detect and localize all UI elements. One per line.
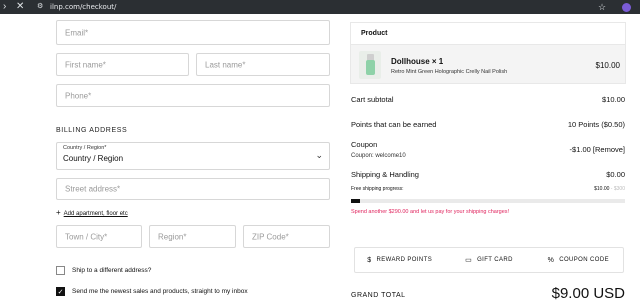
- email-placeholder: Email*: [65, 28, 89, 37]
- region-placeholder: Region*: [158, 232, 187, 241]
- product-row: Dollhouse × 1 Retro Mint Green Holograph…: [350, 44, 626, 84]
- grand-total-value: $9.00 USD: [551, 285, 625, 301]
- points-value: 10 Points ($0.50): [567, 120, 625, 129]
- town-city-field[interactable]: Town / City*: [56, 225, 142, 248]
- newsletter-checkbox[interactable]: ✓: [56, 287, 65, 296]
- product-name: Dollhouse × 1: [391, 57, 444, 66]
- chevron-down-icon: ⌄: [315, 150, 323, 160]
- product-thumbnail: [359, 51, 381, 79]
- region-field[interactable]: Region*: [149, 225, 236, 248]
- grand-total-label: GRAND TOTAL: [351, 292, 406, 299]
- plus-icon: +: [56, 208, 61, 217]
- street-address-field[interactable]: Street address*: [56, 178, 330, 200]
- free-shipping-label: Free shipping progress:: [351, 186, 404, 192]
- free-shipping-progress-bar: [351, 199, 625, 203]
- add-apartment-label: Add apartment, floor etc: [63, 211, 128, 217]
- bookmark-star-icon[interactable]: ☆: [598, 0, 606, 14]
- free-shipping-progress-fill: [351, 199, 361, 203]
- phone-placeholder: Phone*: [65, 91, 92, 100]
- free-shipping-amounts: $10.00 - $300: [594, 186, 625, 192]
- last-name-placeholder: Last name*: [205, 60, 246, 69]
- ship-different-checkbox[interactable]: [56, 266, 65, 275]
- browser-toolbar: › ✕ ⚙ ilnp.com/checkout/ ☆: [0, 0, 640, 14]
- address-bar-url[interactable]: ilnp.com/checkout/: [50, 0, 116, 14]
- town-placeholder: Town / City*: [65, 232, 108, 241]
- zip-placeholder: ZIP Code*: [252, 232, 289, 241]
- tab-reward-points[interactable]: $ REWARD POINTS: [355, 248, 444, 272]
- cart-subtotal-label: Cart subtotal: [351, 95, 394, 104]
- tab-gift-card-label: GIFT CARD: [477, 257, 513, 263]
- country-value: Country / Region: [63, 154, 124, 163]
- country-label: Country / Region*: [63, 145, 107, 151]
- free-shipping-promo-text: Spend another $290.00 and let us pay for…: [351, 209, 510, 215]
- dollar-circle-icon: $: [367, 256, 372, 264]
- cart-subtotal-value: $10.00: [602, 95, 625, 104]
- ship-different-option[interactable]: Ship to a different address?: [56, 266, 151, 275]
- add-apartment-link[interactable]: + Add apartment, floor etc: [56, 208, 128, 217]
- shipping-value: $0.00: [606, 170, 625, 179]
- coupon-label: Coupon: [351, 140, 378, 149]
- rewards-tabs: $ REWARD POINTS ▭ GIFT CARD % COUPON COD…: [354, 247, 624, 273]
- shipping-label: Shipping & Handling: [351, 170, 419, 179]
- ship-different-label: Ship to a different address?: [72, 267, 152, 274]
- bottle-shape: [366, 60, 375, 75]
- profile-avatar[interactable]: [622, 3, 631, 12]
- site-info-icon[interactable]: ⚙: [37, 0, 43, 14]
- product-table-header: Product: [350, 22, 626, 44]
- product-description: Retro Mint Green Holographic Crelly Nail…: [391, 69, 508, 75]
- last-name-field[interactable]: Last name*: [196, 53, 330, 76]
- zip-code-field[interactable]: ZIP Code*: [243, 225, 330, 248]
- product-price: $10.00: [595, 61, 620, 70]
- close-icon[interactable]: ✕: [16, 0, 24, 14]
- product-header-label: Product: [361, 30, 388, 37]
- coupon-code-text: Coupon: welcome10: [351, 153, 406, 159]
- phone-field[interactable]: Phone*: [56, 84, 330, 107]
- free-shipping-target: $300: [613, 186, 625, 192]
- tab-gift-card[interactable]: ▭ GIFT CARD: [444, 248, 533, 272]
- gift-card-icon: ▭: [465, 257, 473, 264]
- billing-address-title: BILLING ADDRESS: [56, 127, 128, 134]
- forward-icon[interactable]: ›: [3, 0, 6, 14]
- tab-coupon-code-label: COUPON CODE: [559, 257, 609, 263]
- email-field[interactable]: Email*: [56, 20, 330, 45]
- newsletter-label: Send me the newest sales and products, s…: [72, 288, 248, 295]
- tab-coupon-code[interactable]: % COUPON CODE: [534, 248, 623, 272]
- first-name-placeholder: First name*: [65, 60, 106, 69]
- free-shipping-current: $10.00: [594, 186, 610, 192]
- coupon-remove-link[interactable]: -$1.00 [Remove]: [570, 145, 625, 154]
- first-name-field[interactable]: First name*: [56, 53, 189, 76]
- points-label: Points that can be earned: [351, 120, 437, 129]
- country-select[interactable]: Country / Region* Country / Region ⌄: [56, 142, 330, 170]
- percent-icon: %: [547, 256, 555, 264]
- tab-reward-points-label: REWARD POINTS: [376, 257, 433, 263]
- street-placeholder: Street address*: [65, 184, 121, 194]
- newsletter-option[interactable]: ✓ Send me the newest sales and products,…: [56, 287, 248, 296]
